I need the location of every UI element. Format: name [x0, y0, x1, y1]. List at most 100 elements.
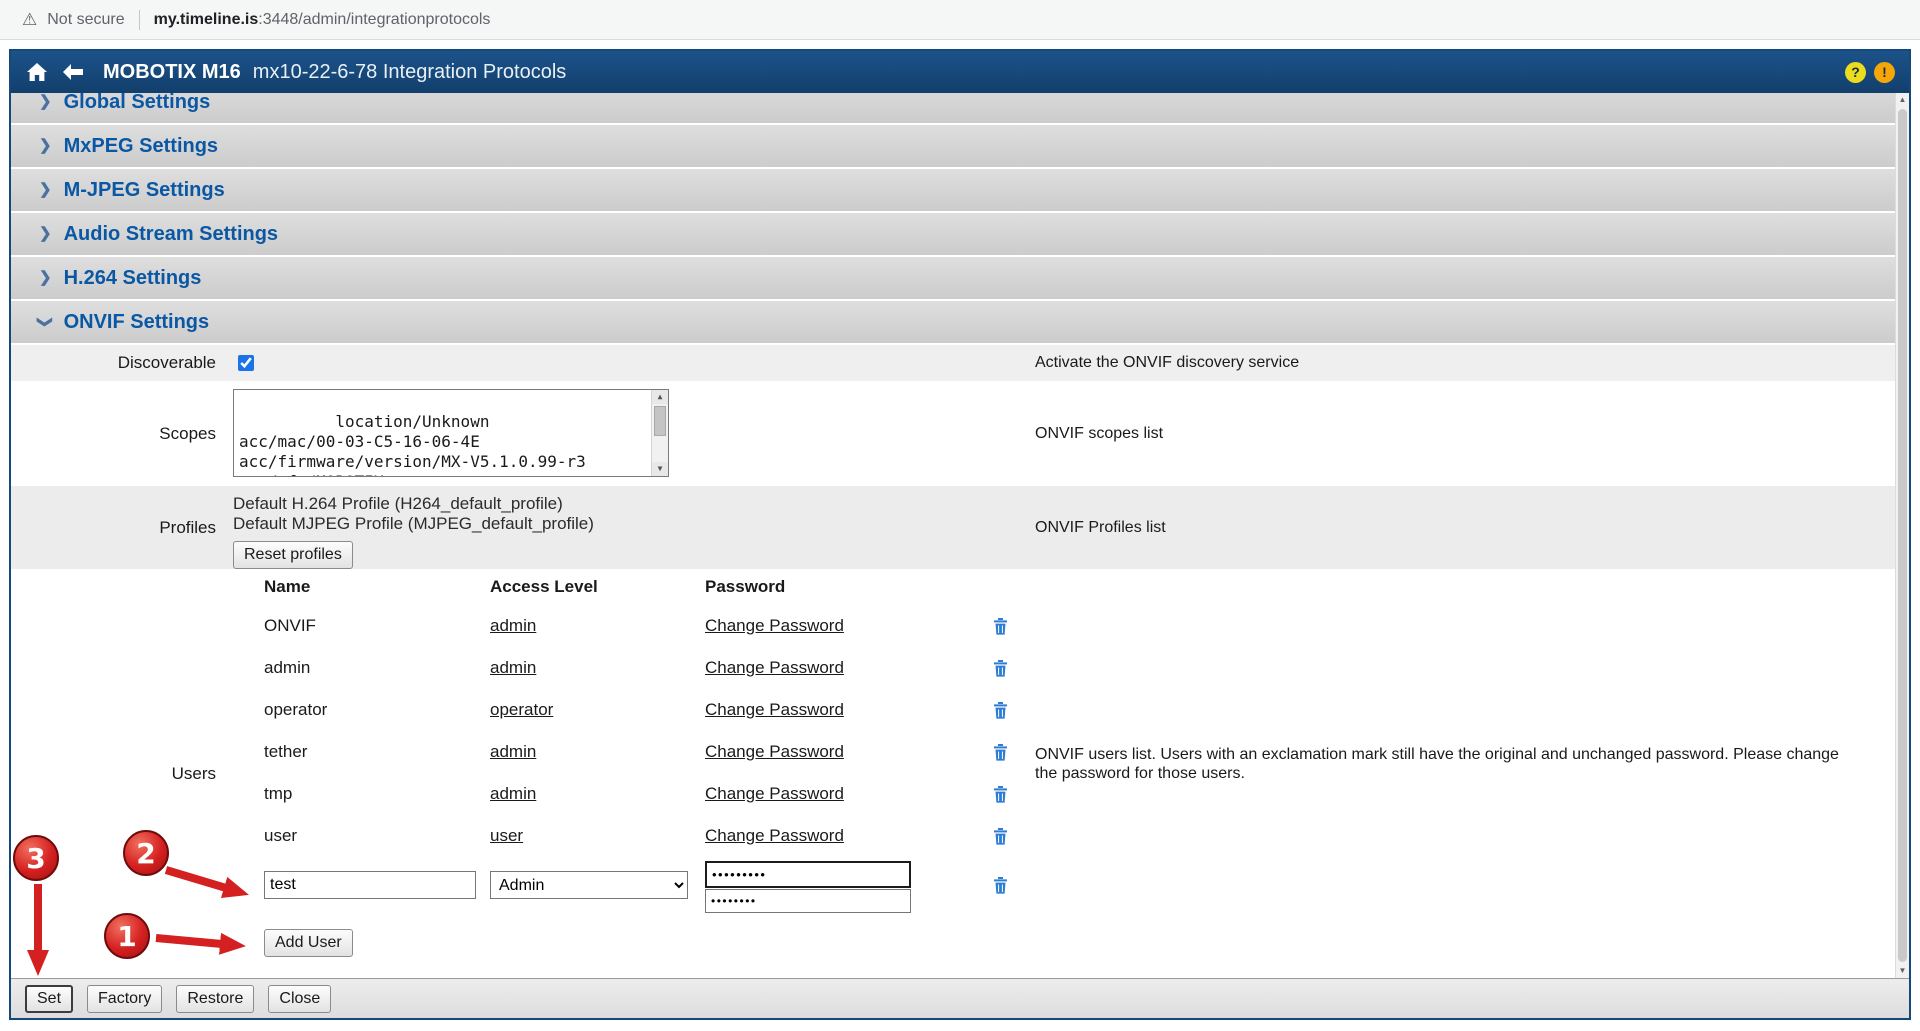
- textarea-scrollbar[interactable]: ▲ ▼: [651, 390, 668, 476]
- new-user-password-confirm-input[interactable]: [705, 889, 911, 913]
- step-badge-3: 3: [13, 835, 59, 881]
- change-password-link[interactable]: Change Password: [705, 784, 993, 804]
- user-name: admin: [264, 658, 490, 678]
- factory-button[interactable]: Factory: [87, 985, 162, 1013]
- section-onvif-settings[interactable]: ❯ ONVIF Settings: [11, 301, 1895, 343]
- browser-address-bar[interactable]: ⚠ Not secure my.timeline.is :3448/admin/…: [0, 0, 1920, 40]
- chevron-down-icon: ❯: [36, 316, 54, 329]
- users-table-header: Name Access Level Password: [264, 569, 1033, 605]
- section-audio-stream-settings[interactable]: ❯ Audio Stream Settings: [11, 213, 1895, 255]
- url-host: my.timeline.is: [154, 11, 259, 29]
- discoverable-description: Activate the ONVIF discovery service: [1035, 354, 1299, 372]
- change-password-link[interactable]: Change Password: [705, 742, 993, 762]
- restore-button[interactable]: Restore: [176, 985, 254, 1013]
- column-access-level: Access Level: [490, 577, 705, 597]
- trash-icon[interactable]: [993, 660, 1008, 677]
- new-user-name-input[interactable]: [264, 871, 476, 899]
- access-level-link[interactable]: user: [490, 826, 705, 846]
- security-warning-icon: ⚠: [22, 10, 37, 30]
- user-name: tmp: [264, 784, 490, 804]
- change-password-link[interactable]: Change Password: [705, 826, 993, 846]
- chevron-right-icon: ❯: [39, 136, 52, 154]
- profile-mjpeg: Default MJPEG Profile (MJPEG_default_pro…: [233, 514, 594, 534]
- scroll-down-icon[interactable]: ▼: [1896, 964, 1909, 978]
- step-badge-2: 2: [123, 830, 169, 876]
- trash-icon[interactable]: [993, 786, 1008, 803]
- user-name: tether: [264, 742, 490, 762]
- access-level-link[interactable]: admin: [490, 658, 705, 678]
- access-level-link[interactable]: admin: [490, 616, 705, 636]
- scroll-down-icon[interactable]: ▼: [652, 462, 668, 476]
- new-user-access-select[interactable]: Admin: [490, 871, 688, 899]
- home-icon[interactable]: [25, 61, 49, 83]
- scrollbar-thumb[interactable]: [1898, 109, 1907, 962]
- scopes-text: location/Unknown acc/mac/00-03-C5-16-06-…: [239, 412, 586, 477]
- not-secure-label: Not secure: [47, 11, 124, 29]
- trash-icon[interactable]: [993, 702, 1008, 719]
- table-row: ONVIF admin Change Password: [264, 605, 1033, 647]
- chevron-right-icon: ❯: [39, 224, 52, 242]
- back-arrow-icon[interactable]: [61, 61, 85, 83]
- reset-profiles-button[interactable]: Reset profiles: [233, 541, 353, 569]
- scopes-row: Scopes location/Unknown acc/mac/00-03-C5…: [11, 381, 1895, 486]
- scopes-label: Scopes: [11, 424, 216, 444]
- scrollbar-thumb[interactable]: [654, 406, 666, 436]
- access-level-link[interactable]: operator: [490, 700, 705, 720]
- step-badge-1: 1: [104, 913, 150, 959]
- section-global-settings[interactable]: ❯ Global Settings: [11, 93, 1895, 123]
- users-table: Name Access Level Password ONVIF admin C…: [264, 569, 1033, 957]
- table-row: operator operator Change Password: [264, 689, 1033, 731]
- new-user-password-input[interactable]: [705, 861, 911, 888]
- table-row: user user Change Password: [264, 815, 1033, 857]
- close-button[interactable]: Close: [268, 985, 331, 1013]
- access-level-link[interactable]: admin: [490, 784, 705, 804]
- change-password-link[interactable]: Change Password: [705, 700, 993, 720]
- new-user-row: Admin: [264, 857, 1033, 913]
- chevron-right-icon: ❯: [39, 180, 52, 198]
- set-button[interactable]: Set: [25, 985, 73, 1013]
- table-row: tether admin Change Password: [264, 731, 1033, 773]
- page-title: mx10-22-6-78 Integration Protocols: [253, 61, 567, 84]
- footer-button-bar: Set Factory Restore Close: [11, 978, 1909, 1018]
- section-mxpeg-settings[interactable]: ❯ MxPEG Settings: [11, 125, 1895, 167]
- profiles-label: Profiles: [11, 518, 216, 538]
- scopes-textarea[interactable]: location/Unknown acc/mac/00-03-C5-16-06-…: [233, 389, 669, 477]
- address-separator: [139, 10, 140, 30]
- users-label: Users: [11, 764, 216, 784]
- user-name: operator: [264, 700, 490, 720]
- scroll-up-icon[interactable]: ▲: [1896, 93, 1909, 107]
- camera-admin-frame: MOBOTIX M16 mx10-22-6-78 Integration Pro…: [9, 49, 1911, 1020]
- user-name: ONVIF: [264, 616, 490, 636]
- trash-icon[interactable]: [993, 828, 1008, 845]
- trash-icon[interactable]: [993, 744, 1008, 761]
- discoverable-label: Discoverable: [11, 353, 216, 373]
- section-h264-settings[interactable]: ❯ H.264 Settings: [11, 257, 1895, 299]
- chevron-right-icon: ❯: [39, 93, 52, 110]
- scroll-up-icon[interactable]: ▲: [652, 390, 668, 404]
- profile-h264: Default H.264 Profile (H264_default_prof…: [233, 494, 594, 514]
- vertical-scrollbar[interactable]: ▲ ▼: [1895, 93, 1909, 978]
- change-password-link[interactable]: Change Password: [705, 616, 993, 636]
- change-password-link[interactable]: Change Password: [705, 658, 993, 678]
- app-titlebar: MOBOTIX M16 mx10-22-6-78 Integration Pro…: [11, 51, 1909, 93]
- url-path: :3448/admin/integrationprotocols: [258, 11, 490, 29]
- column-name: Name: [264, 577, 490, 597]
- settings-scroll-area: ❯ Global Settings ❯ MxPEG Settings ❯ M-J…: [11, 93, 1909, 978]
- user-name: user: [264, 826, 490, 846]
- add-user-button[interactable]: Add User: [264, 929, 353, 957]
- discoverable-checkbox[interactable]: [238, 355, 254, 371]
- help-icon[interactable]: ?: [1845, 62, 1866, 83]
- access-level-link[interactable]: admin: [490, 742, 705, 762]
- profiles-description: ONVIF Profiles list: [1035, 519, 1166, 537]
- table-row: tmp admin Change Password: [264, 773, 1033, 815]
- chevron-right-icon: ❯: [39, 268, 52, 286]
- section-mjpeg-settings[interactable]: ❯ M-JPEG Settings: [11, 169, 1895, 211]
- alert-icon[interactable]: !: [1874, 62, 1895, 83]
- trash-icon[interactable]: [993, 618, 1008, 635]
- column-password: Password: [705, 577, 993, 597]
- scopes-description: ONVIF scopes list: [1035, 425, 1163, 443]
- trash-icon[interactable]: [993, 877, 1008, 894]
- profiles-row: Profiles Default H.264 Profile (H264_def…: [11, 486, 1895, 569]
- users-row: Users Name Access Level Password ONVIF a…: [11, 569, 1895, 978]
- users-description: ONVIF users list. Users with an exclamat…: [1035, 745, 1859, 783]
